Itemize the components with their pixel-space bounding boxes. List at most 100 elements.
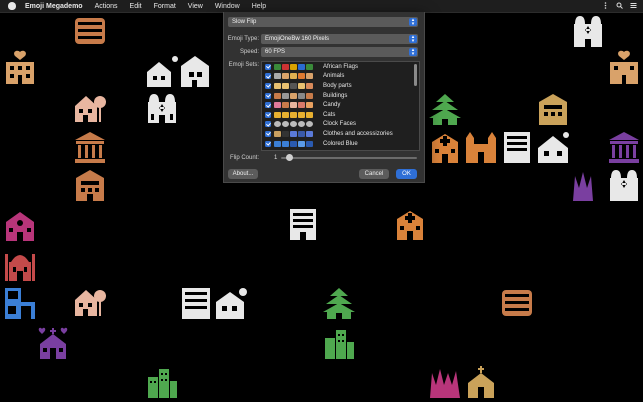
- emoji-set-label: Body parts: [323, 82, 352, 89]
- emoji-sets-list[interactable]: African Flags Animals Body parts Buildin…: [261, 61, 420, 151]
- checkbox-clock-faces[interactable]: [265, 121, 271, 128]
- school-emoji: [3, 208, 37, 242]
- list-item[interactable]: Candy: [262, 100, 410, 110]
- emoji-preview-icon: [274, 63, 317, 70]
- menu-view[interactable]: View: [188, 3, 203, 10]
- japanese-castle-emoji: [322, 286, 356, 320]
- checkbox-buildings[interactable]: [265, 92, 271, 99]
- settings-dialog: Slow Flip ▴ ▾ Emoji Type: EmojiOneBw 160 …: [223, 12, 425, 183]
- notification-center-icon[interactable]: [630, 2, 637, 9]
- houses-emoji-2: [536, 130, 570, 164]
- list-item[interactable]: Buildings: [262, 91, 410, 101]
- office-buildings-emoji: [180, 286, 250, 320]
- emoji-preview-icon: [274, 82, 317, 89]
- checkbox-african-flags[interactable]: [265, 63, 271, 70]
- menu-actions[interactable]: Actions: [95, 3, 118, 10]
- list-item[interactable]: Colored Blue: [262, 139, 410, 149]
- list-scrollbar[interactable]: [414, 64, 417, 86]
- hospital-emoji: [393, 207, 427, 241]
- house-with-garden-emoji-2: [73, 286, 107, 318]
- emoji-set-label: Buildings: [323, 92, 348, 99]
- checkbox-cats[interactable]: [265, 111, 271, 118]
- speed-label: Speed:: [239, 49, 259, 55]
- list-item[interactable]: Body parts: [262, 81, 410, 91]
- emoji-preview-icon: [274, 73, 317, 80]
- emoji-preview-icon: [274, 111, 317, 118]
- flip-count-value: 1: [274, 155, 278, 161]
- office-building-emoji: [286, 207, 320, 241]
- apple-icon[interactable]: [8, 2, 16, 10]
- emoji-set-label: Animals: [323, 73, 345, 80]
- checkbox-candy[interactable]: [265, 102, 271, 109]
- flip-count-label: Flip Count:: [229, 155, 259, 161]
- love-hotel-emoji-2: [607, 50, 641, 86]
- wedding-emoji: [36, 326, 70, 360]
- house-with-garden-emoji: [73, 92, 107, 124]
- post-office-emoji-2: [536, 92, 570, 126]
- european-castle-emoji: [464, 130, 498, 164]
- synagogue-emoji-2: [571, 14, 605, 48]
- classical-building-emoji: [73, 130, 107, 164]
- emoji-preview-icon: [274, 130, 317, 137]
- popup-stepper-icon: ▴ ▾: [409, 48, 417, 57]
- list-item[interactable]: Clock Faces: [262, 120, 410, 130]
- popup-stepper-icon: ▴ ▾: [409, 35, 417, 44]
- emoji-preview-icon: [274, 92, 317, 99]
- city-emoji-2: [322, 326, 356, 360]
- emoji-preview-icon: [274, 121, 317, 128]
- building-emoji-2: [500, 286, 534, 318]
- sunrise-buildings-emoji: [428, 365, 462, 399]
- checkbox-animals[interactable]: [265, 73, 271, 80]
- houses-emoji: [145, 54, 215, 88]
- church-emoji: [464, 365, 498, 399]
- emoji-sets-label: Emoji Sets:: [228, 62, 259, 68]
- checkbox-body-parts[interactable]: [265, 82, 271, 89]
- emoji-set-label: Clock Faces: [323, 121, 357, 128]
- menu-window[interactable]: Window: [215, 3, 240, 10]
- emoji-preview-icon: [274, 102, 317, 109]
- building-emoji: [73, 14, 107, 46]
- menu-edit[interactable]: Edit: [130, 3, 142, 10]
- emoji-type-popup[interactable]: EmojiOneBw 160 Pixels ▴ ▾: [261, 34, 418, 44]
- checkbox-clothes[interactable]: [265, 130, 271, 137]
- synagogue-emoji: [145, 92, 179, 124]
- popup-stepper-icon: ▴ ▾: [409, 18, 417, 27]
- list-item[interactable]: Clothes and accessizories: [262, 129, 410, 139]
- convenience-store-emoji: [3, 286, 37, 320]
- emoji-type-label: Emoji Type:: [227, 36, 259, 42]
- cancel-button[interactable]: Cancel: [359, 169, 389, 179]
- hospital-emoji-2: [428, 130, 462, 164]
- emoji-set-label: Clothes and accessizories: [323, 130, 393, 137]
- emoji-set-label: African Flags: [323, 63, 359, 70]
- checkbox-colored-blue[interactable]: [265, 140, 271, 147]
- menu-app-name[interactable]: Emoji Megademo: [25, 3, 83, 10]
- classical-building-emoji-2: [607, 130, 641, 164]
- emoji-preview-icon: [274, 140, 317, 147]
- speed-value: 60 FPS: [265, 49, 286, 55]
- ok-button[interactable]: OK: [396, 169, 417, 179]
- emoji-set-label: Cats: [323, 111, 336, 118]
- list-item[interactable]: African Flags: [262, 62, 410, 72]
- flip-count-slider-track[interactable]: [281, 157, 417, 159]
- love-hotel-emoji: [3, 50, 37, 86]
- post-office-emoji: [73, 168, 107, 202]
- menu-help[interactable]: Help: [252, 3, 266, 10]
- spotlight-icon[interactable]: [616, 2, 623, 9]
- menu-format[interactable]: Format: [154, 3, 176, 10]
- speed-popup[interactable]: 60 FPS ▴ ▾: [261, 47, 418, 57]
- office-building-emoji-2: [500, 130, 534, 164]
- emoji-type-value: EmojiOneBw 160 Pixels: [265, 36, 330, 42]
- more-icon[interactable]: [602, 2, 609, 9]
- list-item[interactable]: Cats: [262, 110, 410, 120]
- synagogue-emoji-3: [571, 168, 641, 202]
- city-emoji: [145, 365, 179, 399]
- preset-popup[interactable]: Slow Flip ▴ ▾: [228, 17, 418, 27]
- emoji-set-label: Candy: [323, 102, 341, 109]
- about-button[interactable]: About...: [228, 169, 258, 179]
- flip-count-slider-knob[interactable]: [286, 154, 293, 161]
- preset-popup-value: Slow Flip: [232, 19, 257, 25]
- mosque-emoji: [3, 246, 37, 282]
- japanese-castle-emoji-2: [428, 92, 462, 126]
- emoji-set-label: Colored Blue: [323, 140, 358, 147]
- list-item[interactable]: Animals: [262, 72, 410, 82]
